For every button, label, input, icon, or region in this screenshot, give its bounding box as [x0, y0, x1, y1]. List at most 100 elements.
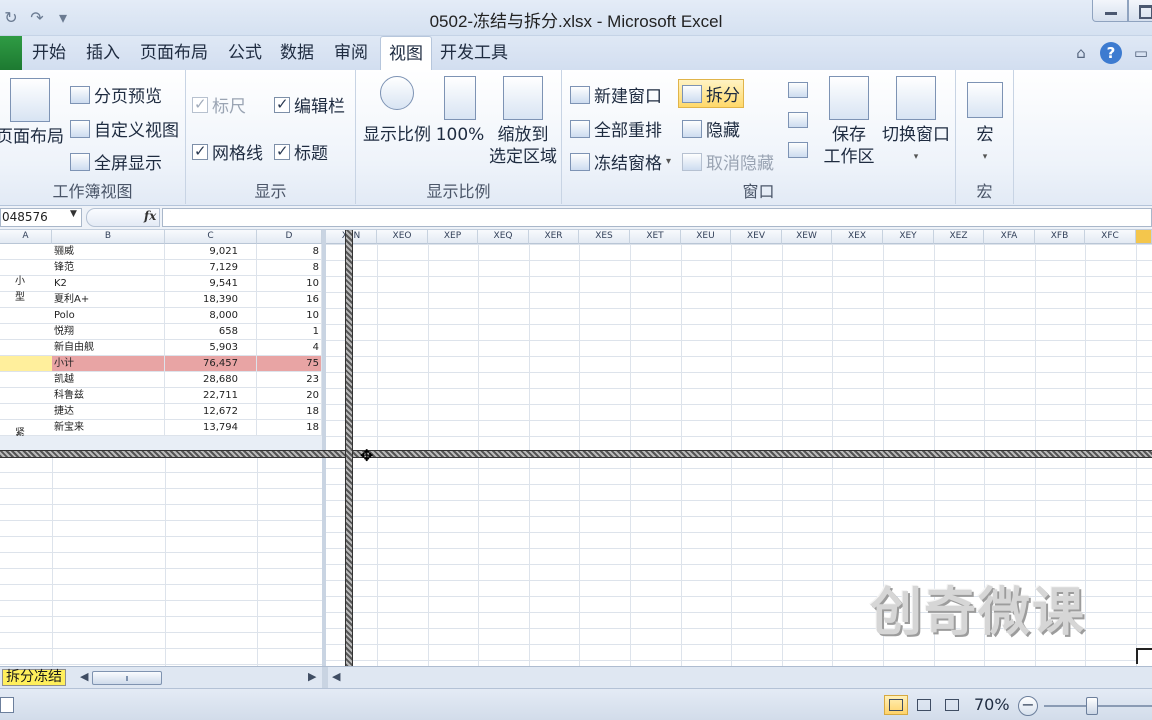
split-button[interactable]: 拆分 — [678, 79, 744, 108]
custom-views-button[interactable]: 自定义视图 — [70, 116, 179, 141]
cell-b[interactable]: 新自由舰 — [52, 340, 165, 355]
cell-d[interactable]: 18 — [257, 404, 322, 419]
column-header-xeo[interactable]: XEO — [377, 230, 428, 244]
table-row[interactable]: 新自由舰 5,903 4 — [0, 340, 326, 356]
hide-button[interactable]: 隐藏 — [682, 116, 740, 141]
zoom-to-selection-button[interactable]: 缩放到 选定区域 — [486, 76, 560, 168]
table-row[interactable]: 捷达 12,672 18 — [0, 404, 326, 420]
cell-d[interactable]: 4 — [257, 340, 322, 355]
tab-review[interactable]: 审阅 — [326, 36, 376, 70]
subtotal-row[interactable]: 小计 76,457 75 — [0, 356, 326, 372]
column-header-b[interactable]: B — [52, 230, 165, 244]
table-row[interactable]: Polo 8,000 10 — [0, 308, 326, 324]
cell-b[interactable]: 锋范 — [52, 260, 165, 275]
column-header-xez[interactable]: XEZ — [934, 230, 984, 244]
cell-c[interactable]: 22,711 — [165, 388, 257, 403]
synchronous-scrolling-icon[interactable] — [788, 112, 808, 128]
cell-b[interactable]: K2 — [52, 276, 165, 291]
zoom-100-button[interactable]: 100% — [434, 76, 486, 146]
column-header-selected[interactable] — [1136, 230, 1152, 244]
table-row[interactable]: 骊威 9,021 8 — [0, 244, 326, 260]
normal-view-button[interactable] — [884, 695, 908, 715]
cell-c[interactable]: 9,541 — [165, 276, 257, 291]
insert-function-button[interactable]: fx — [144, 209, 156, 223]
cell-b[interactable]: 捷达 — [52, 404, 165, 419]
column-header-xet[interactable]: XET — [630, 230, 681, 244]
zoom-button[interactable]: 显示比例 — [358, 76, 436, 146]
file-tab[interactable] — [0, 36, 22, 70]
help-icon[interactable]: ? — [1100, 42, 1122, 64]
cell-c[interactable]: 9,021 — [165, 244, 257, 259]
tab-developer[interactable]: 开发工具 — [432, 36, 516, 70]
column-header-xeu[interactable]: XEU — [681, 230, 731, 244]
maximize-button[interactable] — [1128, 0, 1152, 22]
arrange-all-button[interactable]: 全部重排 — [570, 116, 662, 141]
scroll-divider[interactable] — [322, 667, 328, 689]
window-restore-icon[interactable]: ▭ — [1130, 42, 1152, 64]
tab-insert[interactable]: 插入 — [78, 36, 128, 70]
column-header-a[interactable]: A — [0, 230, 52, 244]
column-header-xfb[interactable]: XFB — [1035, 230, 1085, 244]
save-workspace-button[interactable]: 保存 工作区 — [816, 76, 882, 168]
table-row[interactable]: 科鲁兹 22,711 20 — [0, 388, 326, 404]
reset-window-position-icon[interactable] — [788, 142, 808, 158]
full-screen-button[interactable]: 全屏显示 — [70, 149, 162, 174]
table-row[interactable]: 夏利A+ 18,390 16 — [0, 292, 326, 308]
tab-view[interactable]: 视图 — [380, 36, 432, 71]
freeze-panes-button[interactable]: 冻结窗格 ▾ — [570, 149, 671, 174]
formula-input[interactable] — [162, 208, 1152, 227]
column-header-xeq[interactable]: XEQ — [478, 230, 529, 244]
column-header-xfc[interactable]: XFC — [1085, 230, 1136, 244]
minimize-ribbon-icon[interactable]: ⌂ — [1070, 42, 1092, 64]
cell-d[interactable]: 18 — [257, 420, 322, 435]
table-row[interactable]: 悦翔 658 1 — [0, 324, 326, 340]
cell-b[interactable]: 新宝来 — [52, 420, 165, 435]
cell-d[interactable]: 8 — [257, 244, 322, 259]
tab-formulas[interactable]: 公式 — [220, 36, 270, 70]
column-header-c[interactable]: C — [165, 230, 257, 244]
cell-c[interactable]: 7,129 — [165, 260, 257, 275]
column-header-xfa[interactable]: XFA — [984, 230, 1035, 244]
column-header-xer[interactable]: XER — [529, 230, 579, 244]
page-layout-view-status-button[interactable] — [912, 695, 936, 715]
sheet-tab[interactable]: 拆分冻结 — [2, 669, 66, 686]
gridlines-checkbox[interactable]: 网格线 — [192, 139, 263, 164]
tab-data[interactable]: 数据 — [272, 36, 322, 70]
horizontal-scroll-thumb[interactable] — [92, 671, 162, 685]
table-row[interactable]: K2 9,541 10 — [0, 276, 326, 292]
switch-windows-button[interactable]: 切换窗口 ▾ — [878, 76, 954, 168]
cell-c[interactable]: 658 — [165, 324, 257, 339]
cell-b[interactable]: Polo — [52, 308, 165, 323]
scroll-left-right-pane-icon[interactable]: ◀ — [332, 670, 340, 683]
cell-b[interactable]: 夏利A+ — [52, 292, 165, 307]
zoom-slider-thumb[interactable] — [1086, 697, 1098, 715]
cell-b[interactable]: 小计 — [52, 356, 165, 371]
cell-b[interactable]: 骊威 — [52, 244, 165, 259]
column-header-xex[interactable]: XEX — [832, 230, 883, 244]
cell-b[interactable]: 悦翔 — [52, 324, 165, 339]
tab-home[interactable]: 开始 — [24, 36, 74, 70]
column-header-xey[interactable]: XEY — [883, 230, 934, 244]
cell-c[interactable]: 8,000 — [165, 308, 257, 323]
tab-page-layout[interactable]: 页面布局 — [132, 36, 216, 70]
zoom-level[interactable]: 70% — [974, 695, 1010, 714]
macro-record-icon[interactable] — [0, 697, 14, 713]
table-row[interactable]: 锋范 7,129 8 — [0, 260, 326, 276]
table-row[interactable]: 凯越 28,680 23 — [0, 372, 326, 388]
ruler-checkbox[interactable]: 标尺 — [192, 92, 246, 117]
column-header-xew[interactable]: XEW — [782, 230, 832, 244]
column-header-xep[interactable]: XEP — [428, 230, 478, 244]
new-window-button[interactable]: 新建窗口 — [570, 82, 662, 107]
scroll-right-icon[interactable]: ▶ — [308, 670, 316, 683]
cell-d[interactable]: 20 — [257, 388, 322, 403]
cell-c[interactable]: 5,903 — [165, 340, 257, 355]
page-break-preview-button[interactable]: 分页预览 — [70, 82, 162, 107]
cell-d[interactable]: 8 — [257, 260, 322, 275]
name-box-dropdown-icon[interactable]: ▼ — [70, 209, 77, 219]
cell-a-highlight[interactable] — [0, 356, 52, 371]
split-bar-vertical[interactable] — [345, 230, 353, 666]
cell-d[interactable]: 10 — [257, 308, 322, 323]
page-layout-view-button[interactable]: 页面布局 — [0, 78, 66, 148]
cell-d[interactable]: 75 — [257, 356, 322, 371]
zoom-out-icon[interactable]: − — [1018, 696, 1038, 716]
